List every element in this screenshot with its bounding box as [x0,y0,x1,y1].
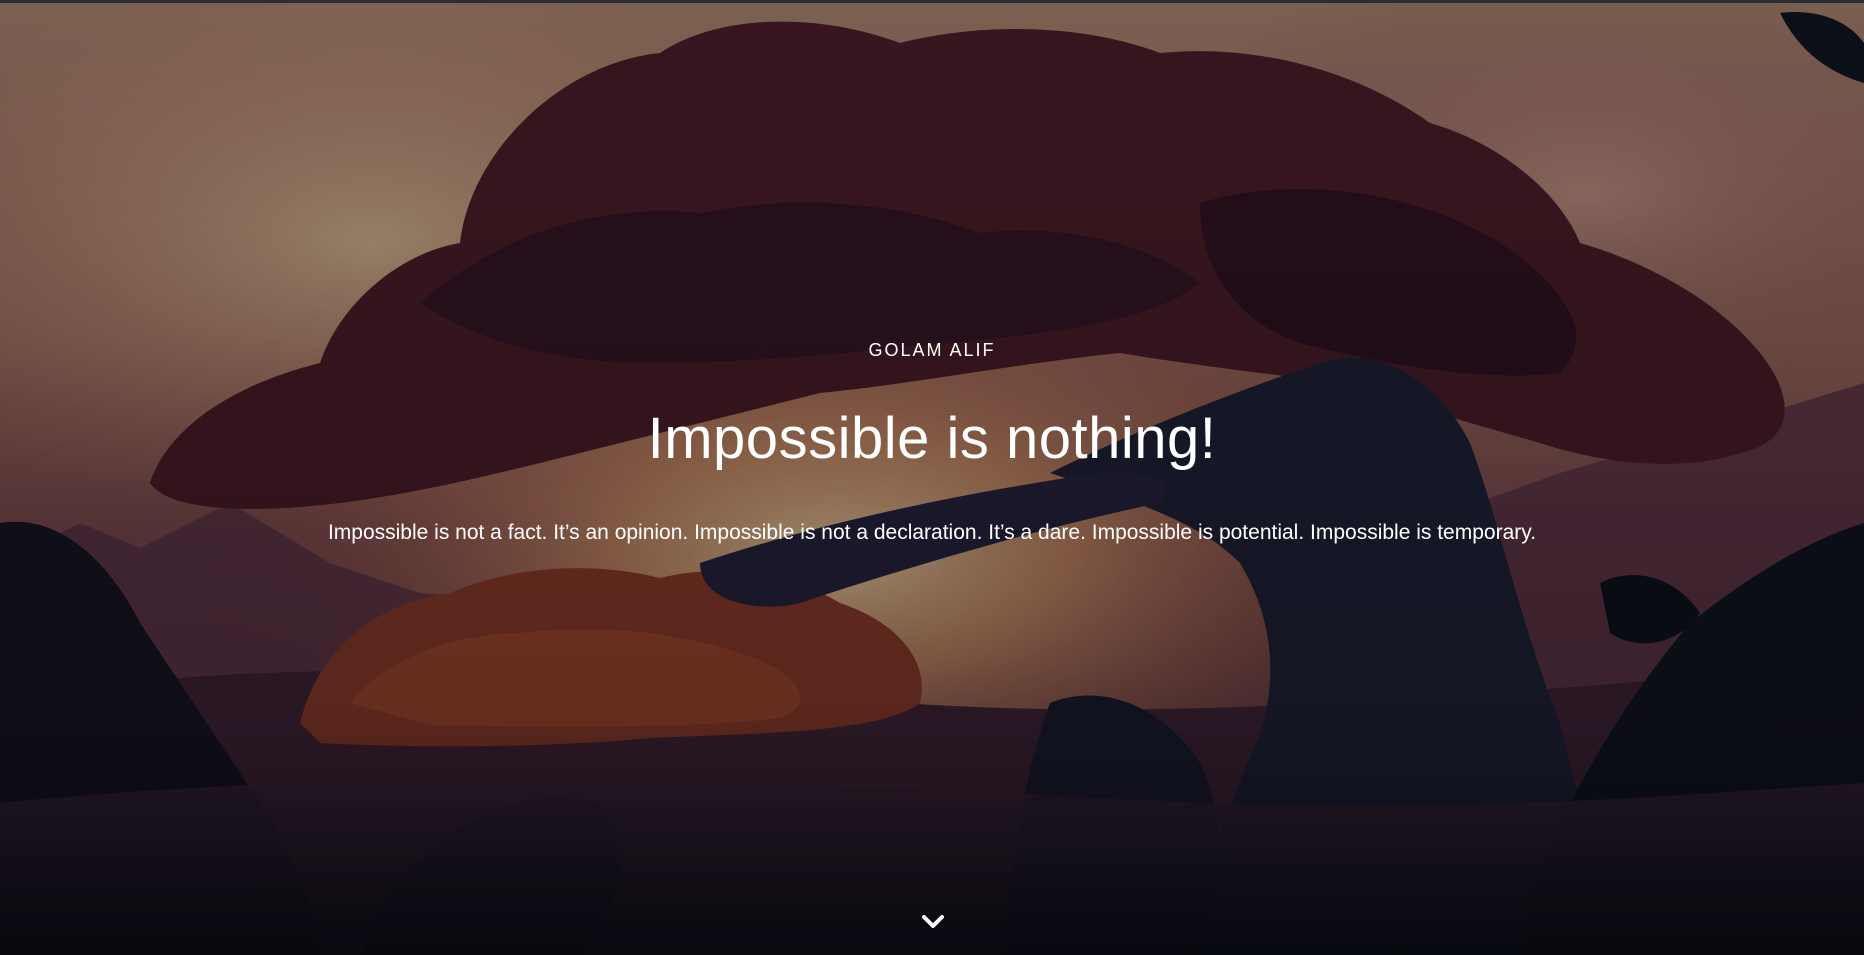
author-name: GOLAM ALIF [868,340,996,360]
hero-subtext: Impossible is not a fact. It’s an opinio… [327,521,1537,544]
hero-dark-overlay [0,3,1864,955]
hero-headline: Impossible is nothing! [647,406,1217,471]
hero-section: GOLAM ALIF Impossible is nothing! Imposs… [0,0,1864,955]
chevron-down-icon[interactable] [920,909,946,935]
